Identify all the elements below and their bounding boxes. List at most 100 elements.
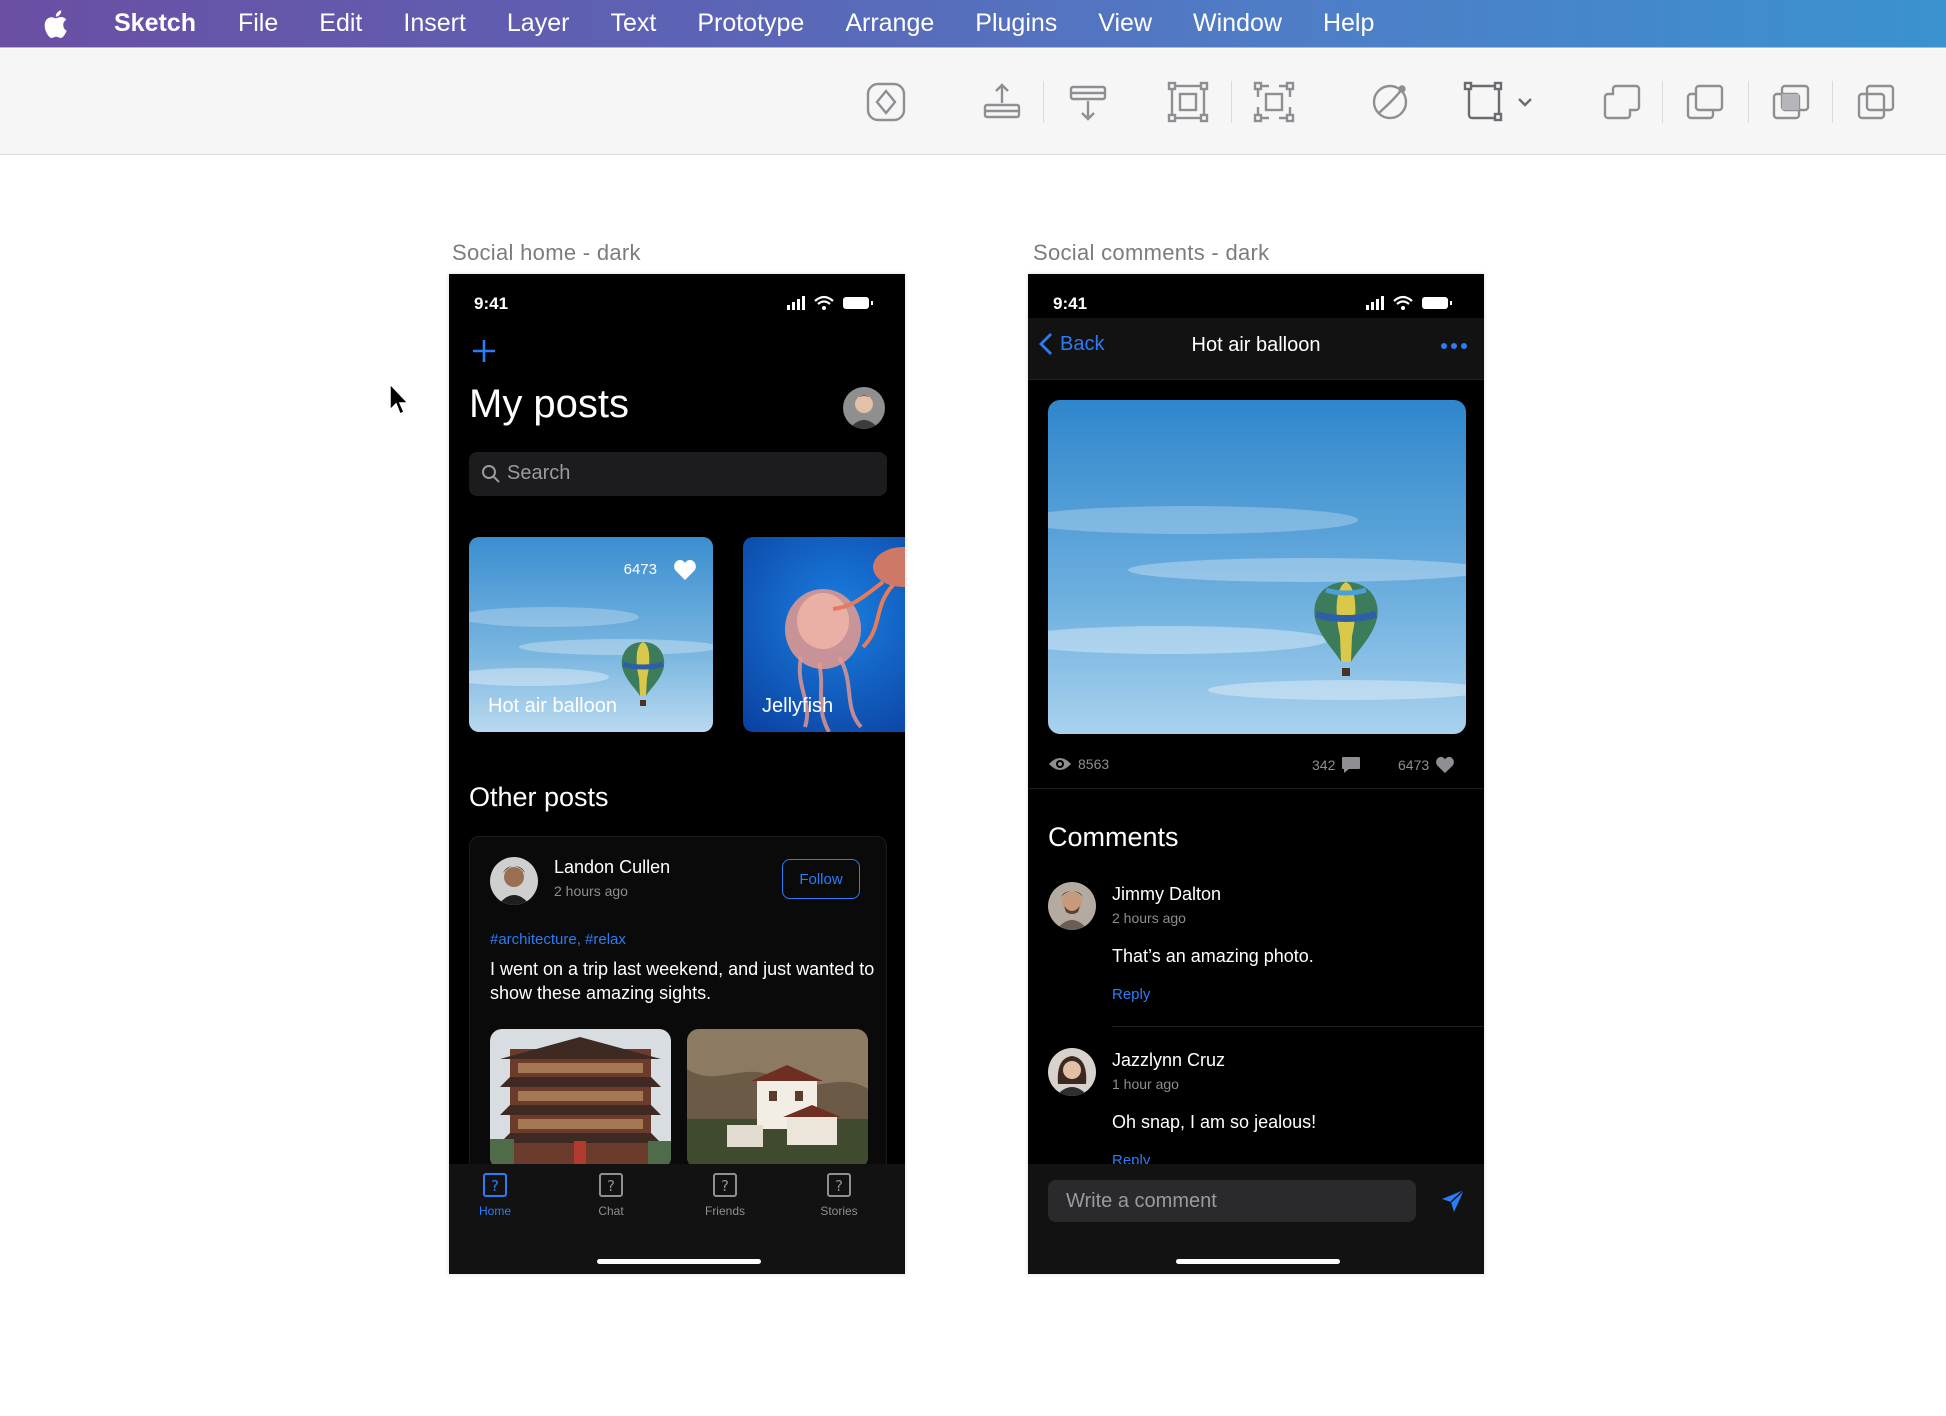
comment-count: 342 <box>1312 757 1336 773</box>
views-stat: 8563 <box>1048 756 1109 772</box>
post-image-pagoda[interactable] <box>490 1029 671 1169</box>
commenter-name[interactable]: Jazzlynn Cruz <box>1112 1050 1225 1071</box>
post-stats: 8563 342 6473 <box>1048 750 1466 780</box>
tab-label: Home <box>478 1204 511 1218</box>
toolbar-separator <box>1832 81 1833 123</box>
comment-placeholder: Write a comment <box>1066 1190 1217 1212</box>
post-body: I went on a trip last weekend, and just … <box>490 959 875 1003</box>
avatar[interactable] <box>843 387 885 429</box>
search-placeholder: Search <box>507 462 571 484</box>
transform-icon[interactable] <box>1461 77 1541 127</box>
artboard-social-comments[interactable]: 9:41 Back Hot air balloon 8563 342 6473 … <box>1028 274 1484 1274</box>
comment-item: Jimmy Dalton 2 hours ago That’s an amazi… <box>1048 882 1484 1032</box>
svg-text:?: ? <box>491 1177 499 1195</box>
send-icon[interactable] <box>1440 1188 1466 1214</box>
nav-bar: Back Hot air balloon <box>1028 318 1484 380</box>
tab-chat[interactable]: ? Chat <box>571 1172 651 1218</box>
toolbar-separator <box>1748 81 1749 123</box>
menu-prototype[interactable]: Prototype <box>697 9 804 38</box>
tab-stories[interactable]: ? Stories <box>799 1172 879 1218</box>
follow-button[interactable]: Follow <box>782 859 860 899</box>
card-title: Hot air balloon <box>488 695 617 717</box>
search-icon <box>482 465 500 483</box>
search-input[interactable]: Search <box>469 452 887 496</box>
comment-input[interactable]: Write a comment <box>1048 1180 1416 1222</box>
create-symbol-icon[interactable] <box>861 77 911 127</box>
home-indicator <box>1176 1259 1340 1264</box>
author-avatar[interactable] <box>490 857 538 905</box>
comment-icon <box>1342 757 1361 773</box>
group-icon[interactable] <box>1163 77 1213 127</box>
nav-title: Hot air balloon <box>1191 334 1321 356</box>
tab-home[interactable]: ? Home <box>455 1172 535 1218</box>
comments-stat: 342 <box>1312 756 1367 774</box>
svg-text:?: ? <box>835 1177 843 1195</box>
post-card-jellyfish[interactable]: Jellyfish <box>743 537 905 732</box>
menu-arrange[interactable]: Arrange <box>845 9 934 38</box>
tab-bar: ? Home ? Chat ? Friends ? Stories <box>449 1164 905 1274</box>
add-post-icon[interactable] <box>471 338 497 364</box>
menu-help[interactable]: Help <box>1323 9 1374 38</box>
author-name[interactable]: Landon Cullen <box>554 857 670 878</box>
tab-label: Friends <box>704 1204 745 1218</box>
comment-input-bar: Write a comment <box>1028 1164 1484 1274</box>
post-card-balloon[interactable]: 6473 Hot air balloon <box>469 537 713 732</box>
menu-text[interactable]: Text <box>610 9 656 38</box>
menu-layer[interactable]: Layer <box>507 9 570 38</box>
heart-icon[interactable] <box>673 559 697 581</box>
status-time: 9:41 <box>1053 294 1088 313</box>
likes-count: 6473 <box>623 561 657 578</box>
menu-bar: Sketch File Edit Insert Layer Text Proto… <box>0 0 1946 48</box>
union-icon[interactable] <box>1597 77 1647 127</box>
intersect-icon[interactable] <box>1766 77 1816 127</box>
artboard-label-home[interactable]: Social home - dark <box>452 240 641 266</box>
toolbar-separator <box>1043 81 1044 123</box>
likes-count: 6473 <box>1398 757 1430 773</box>
menu-edit[interactable]: Edit <box>319 9 362 38</box>
eye-icon <box>1049 758 1071 770</box>
reply-link[interactable]: Reply <box>1112 986 1150 1003</box>
difference-icon[interactable] <box>1851 77 1901 127</box>
commenter-name[interactable]: Jimmy Dalton <box>1112 884 1221 905</box>
forward-icon[interactable] <box>977 77 1027 127</box>
comment-time: 1 hour ago <box>1112 1076 1179 1092</box>
tab-label: Stories <box>820 1204 858 1218</box>
heart-icon[interactable] <box>1435 756 1455 774</box>
artboard-label-comments[interactable]: Social comments - dark <box>1033 240 1269 266</box>
menu-app-name[interactable]: Sketch <box>114 9 196 38</box>
toolbar <box>0 49 1946 155</box>
toolbar-separator <box>1231 81 1232 123</box>
backward-icon[interactable] <box>1063 77 1113 127</box>
status-time: 9:41 <box>474 294 509 313</box>
canvas[interactable]: Social home - dark Social comments - dar… <box>0 156 1946 1416</box>
menu-window[interactable]: Window <box>1193 9 1282 38</box>
apple-icon[interactable] <box>40 7 74 41</box>
post-time: 2 hours ago <box>554 883 628 899</box>
home-indicator <box>597 1259 761 1264</box>
status-icons <box>1366 295 1452 310</box>
commenter-avatar[interactable] <box>1048 1048 1096 1096</box>
friends-tab-icon: ? <box>713 1173 737 1197</box>
card-title: Jellyfish <box>762 695 834 717</box>
comment-text: That’s an amazing photo. <box>1112 946 1314 966</box>
tab-friends[interactable]: ? Friends <box>685 1172 765 1218</box>
menu-insert[interactable]: Insert <box>403 9 466 38</box>
chat-tab-icon: ? <box>599 1173 623 1197</box>
section-heading: Other posts <box>469 782 609 812</box>
more-icon[interactable] <box>1440 342 1468 350</box>
ungroup-icon[interactable] <box>1249 77 1299 127</box>
post-tags[interactable]: #architecture, #relax <box>490 931 626 948</box>
edit-path-icon[interactable] <box>1365 77 1415 127</box>
artboard-social-home[interactable]: 9:41 My posts Search 6473 Hot air balloo… <box>449 274 905 1274</box>
menu-file[interactable]: File <box>238 9 278 38</box>
subtract-icon[interactable] <box>1680 77 1730 127</box>
menu-plugins[interactable]: Plugins <box>975 9 1057 38</box>
comment-text: Oh snap, I am so jealous! <box>1112 1112 1317 1132</box>
post-hero-image[interactable] <box>1048 400 1466 734</box>
comments-heading: Comments <box>1048 822 1179 852</box>
commenter-avatar[interactable] <box>1048 882 1096 930</box>
menu-view[interactable]: View <box>1098 9 1152 38</box>
mouse-cursor-icon <box>389 382 410 416</box>
page-title: My posts <box>469 382 630 426</box>
post-image-monastery[interactable] <box>687 1029 868 1169</box>
